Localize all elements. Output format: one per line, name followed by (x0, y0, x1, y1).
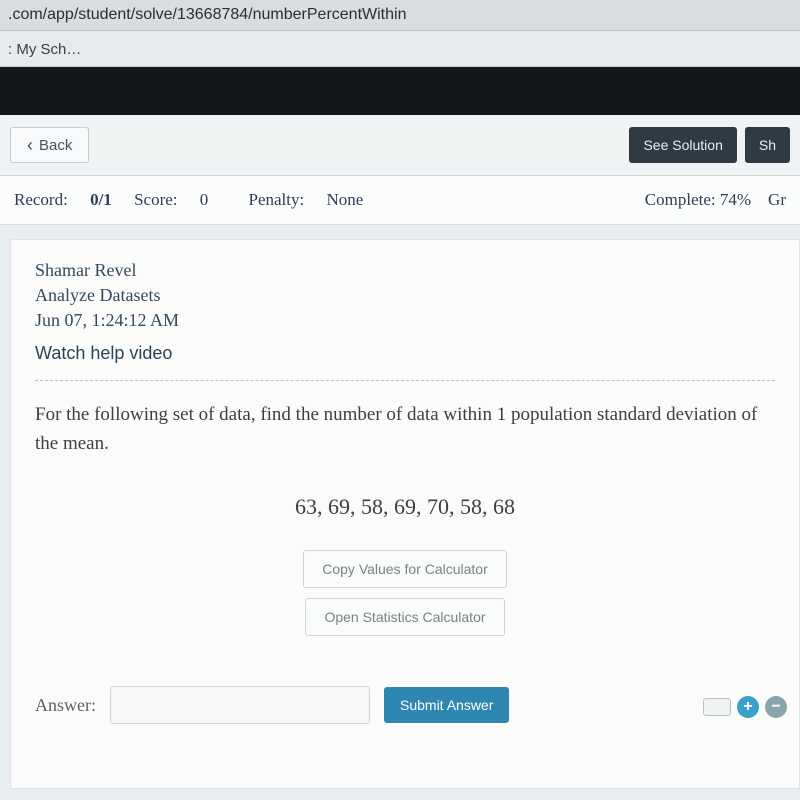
divider (35, 380, 775, 381)
data-values: 63, 69, 58, 69, 70, 58, 68 (35, 494, 775, 520)
problem-card: Shamar Revel Analyze Datasets Jun 07, 1:… (10, 239, 800, 789)
penalty-group: Penalty: None (249, 190, 382, 209)
chevron-left-icon: ‹ (27, 136, 33, 154)
stats-row: Record: 0/1 Score: 0 Penalty: None Compl… (0, 176, 800, 225)
utility-buttons: Copy Values for Calculator Open Statisti… (35, 550, 775, 636)
see-solution-button[interactable]: See Solution (629, 127, 736, 163)
nav-row: ‹ Back See Solution Sh (0, 115, 800, 176)
answer-row: Answer: Submit Answer (35, 686, 775, 724)
student-name: Shamar Revel (35, 260, 775, 281)
back-button[interactable]: ‹ Back (10, 127, 89, 163)
url-text: .com/app/student/solve/13668784/numberPe… (8, 6, 406, 23)
timestamp: Jun 07, 1:24:12 AM (35, 310, 775, 331)
back-label: Back (39, 137, 72, 154)
record-group: Record: 0/1 (14, 190, 116, 209)
zoom-out-icon[interactable]: − (765, 696, 787, 718)
url-bar: .com/app/student/solve/13668784/numberPe… (0, 0, 800, 31)
stats-right: Complete: 74% Gr (645, 190, 786, 210)
answer-label: Answer: (35, 695, 96, 716)
submit-answer-button[interactable]: Submit Answer (384, 687, 509, 723)
score-group: Score: 0 (134, 190, 230, 209)
copy-values-button[interactable]: Copy Values for Calculator (303, 550, 506, 588)
answer-input[interactable] (110, 686, 370, 724)
tool-icons: + − (703, 696, 787, 718)
app-header-bar (0, 67, 800, 115)
share-button[interactable]: Sh (745, 127, 790, 163)
problem-prompt: For the following set of data, find the … (35, 401, 775, 458)
watch-help-video-link[interactable]: Watch help video (35, 343, 172, 364)
tab-bar[interactable]: : My Sch… (0, 31, 800, 67)
nav-right-group: See Solution Sh (629, 127, 790, 163)
grade-label: Gr (768, 190, 786, 209)
open-statistics-calculator-button[interactable]: Open Statistics Calculator (305, 598, 504, 636)
keyboard-icon[interactable] (703, 698, 731, 716)
stats-left: Record: 0/1 Score: 0 Penalty: None (14, 190, 399, 210)
tab-title: : My Sch… (8, 41, 81, 58)
zoom-in-icon[interactable]: + (737, 696, 759, 718)
assignment-title: Analyze Datasets (35, 285, 775, 306)
complete-group: Complete: 74% (645, 190, 756, 209)
